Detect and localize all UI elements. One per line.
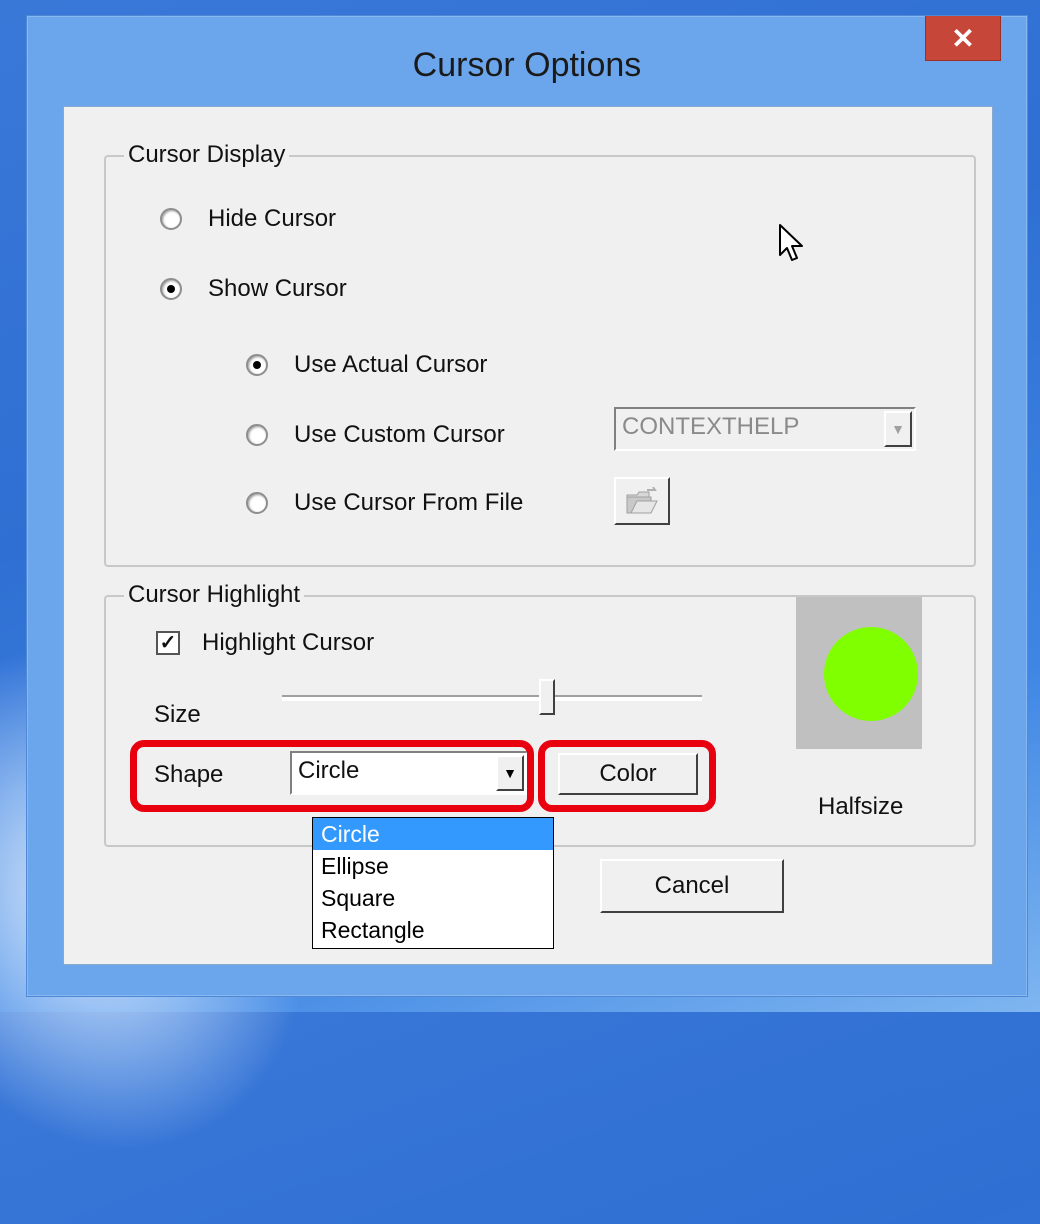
custom-cursor-select[interactable]: CONTEXTHELP ▼: [614, 407, 916, 451]
use-custom-cursor-option[interactable]: Use Custom Cursor: [246, 421, 505, 449]
use-cursor-from-file-radio[interactable]: [246, 492, 268, 514]
highlight-preview-circle: [824, 627, 918, 721]
open-file-button[interactable]: [614, 477, 670, 525]
cursor-highlight-group: Cursor Highlight ✓ Highlight Cursor Size…: [104, 581, 976, 847]
cursor-display-label: Cursor Display: [124, 141, 290, 169]
highlight-cursor-option[interactable]: ✓ Highlight Cursor: [156, 629, 374, 657]
shape-dropdown-list[interactable]: Circle Ellipse Square Rectangle: [312, 817, 554, 949]
show-cursor-radio[interactable]: [160, 278, 182, 300]
use-cursor-from-file-label: Use Cursor From File: [294, 489, 524, 516]
color-button[interactable]: Color: [558, 753, 698, 795]
shape-option-square[interactable]: Square: [313, 882, 553, 914]
size-label: Size: [154, 701, 201, 728]
size-slider-thumb[interactable]: [538, 679, 555, 715]
highlight-cursor-checkbox[interactable]: ✓: [156, 631, 180, 655]
dialog-client-area: Cursor Display Hide Cursor Show Cursor U…: [63, 106, 993, 965]
hide-cursor-radio[interactable]: [160, 208, 182, 230]
size-slider-track[interactable]: [282, 695, 702, 701]
window-title: Cursor Options: [412, 46, 642, 84]
preview-caption-row: Halfsize: [818, 793, 903, 821]
use-custom-cursor-radio[interactable]: [246, 424, 268, 446]
shape-option-ellipse[interactable]: Ellipse: [313, 850, 553, 882]
shape-select[interactable]: Circle ▼: [290, 751, 528, 795]
highlight-preview: [796, 597, 922, 749]
shape-label: Shape: [154, 761, 224, 788]
hide-cursor-label: Hide Cursor: [208, 205, 337, 232]
use-actual-cursor-option[interactable]: Use Actual Cursor: [246, 351, 487, 379]
hide-cursor-option[interactable]: Hide Cursor: [160, 205, 336, 233]
cursor-options-dialog: Cursor Options ✕ Cursor Display Hide Cur…: [26, 15, 1028, 997]
open-folder-icon: [626, 487, 658, 514]
use-actual-cursor-label: Use Actual Cursor: [294, 351, 488, 378]
use-actual-cursor-radio[interactable]: [246, 354, 268, 376]
use-custom-cursor-label: Use Custom Cursor: [294, 421, 505, 448]
shape-label-row: Shape: [154, 761, 223, 789]
color-button-label: Color: [599, 760, 657, 787]
chevron-down-icon[interactable]: ▼: [884, 411, 912, 447]
close-icon: ✕: [951, 22, 975, 54]
cancel-button[interactable]: Cancel: [600, 859, 784, 913]
preview-caption: Halfsize: [818, 793, 904, 820]
show-cursor-label: Show Cursor: [208, 275, 347, 302]
use-cursor-from-file-option[interactable]: Use Cursor From File: [246, 489, 523, 517]
arrow-cursor-icon: [779, 224, 803, 261]
size-label-row: Size: [154, 701, 201, 729]
cursor-highlight-label: Cursor Highlight: [124, 581, 305, 609]
custom-cursor-value: CONTEXTHELP: [622, 413, 800, 440]
shape-chevron-down-icon[interactable]: ▼: [496, 755, 524, 791]
highlight-cursor-label: Highlight Cursor: [202, 629, 375, 656]
shape-option-circle[interactable]: Circle: [313, 818, 553, 850]
cursor-display-group: Cursor Display Hide Cursor Show Cursor U…: [104, 141, 976, 567]
cancel-button-label: Cancel: [654, 872, 730, 899]
show-cursor-option[interactable]: Show Cursor: [160, 275, 347, 303]
shape-option-rectangle[interactable]: Rectangle: [313, 914, 553, 946]
close-button[interactable]: ✕: [925, 16, 1001, 61]
title-bar[interactable]: Cursor Options ✕: [27, 16, 1027, 106]
shape-select-value: Circle: [298, 757, 360, 784]
